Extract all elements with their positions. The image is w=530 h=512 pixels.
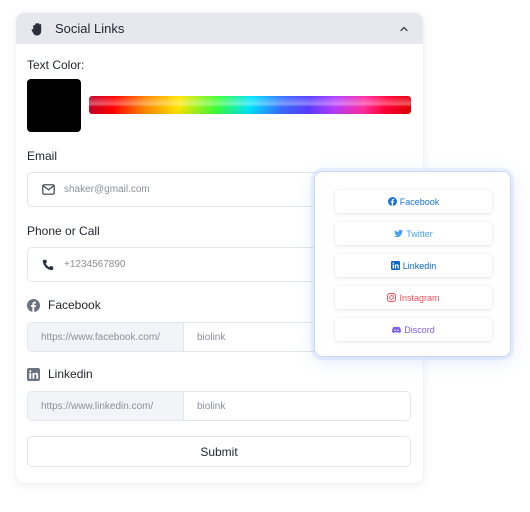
- discord-icon: [392, 325, 402, 334]
- submit-button[interactable]: Submit: [27, 436, 411, 467]
- preview-twitter-label: Twitter: [406, 228, 433, 239]
- panel-title: Social Links: [55, 21, 125, 36]
- preview-instagram-label: Instagram: [399, 292, 440, 303]
- preview-facebook-button[interactable]: Facebook: [335, 190, 492, 213]
- email-placeholder: shaker@gmail.com: [64, 184, 150, 195]
- linkedin-url-prefix: https://www.linkedin.com/: [28, 392, 184, 420]
- facebook-label: Facebook: [48, 298, 101, 312]
- twitter-icon: [394, 229, 404, 238]
- instagram-icon: [387, 293, 397, 302]
- hue-slider[interactable]: [89, 96, 411, 114]
- linkedin-icon: [27, 367, 40, 381]
- linkedin-username-input[interactable]: biolink: [184, 392, 410, 420]
- hand-icon: [29, 21, 45, 37]
- chevron-up-icon[interactable]: [397, 22, 411, 36]
- linkedin-label: Linkedin: [48, 367, 93, 381]
- color-swatch[interactable]: [27, 79, 81, 132]
- facebook-icon: [27, 298, 40, 312]
- preview-linkedin-label: Linkedin: [402, 260, 437, 271]
- phone-icon: [41, 258, 55, 272]
- phone-label: Phone or Call: [27, 224, 100, 238]
- phone-placeholder: +1234567890: [64, 259, 126, 270]
- linkedin-icon: [390, 261, 400, 270]
- preview-linkedin-button[interactable]: Linkedin: [335, 254, 492, 277]
- envelope-icon: [41, 183, 55, 197]
- email-label: Email: [27, 149, 58, 163]
- text-color-label: Text Color:: [27, 58, 85, 72]
- linkedin-label-row: Linkedin: [27, 367, 93, 381]
- preview-facebook-label: Facebook: [399, 196, 440, 207]
- facebook-icon: [387, 197, 397, 206]
- social-buttons-preview: Facebook Twitter Linkedin Instagram Disc…: [314, 171, 511, 357]
- preview-instagram-button[interactable]: Instagram: [335, 286, 492, 309]
- linkedin-url-input[interactable]: https://www.linkedin.com/ biolink: [27, 391, 411, 421]
- preview-discord-button[interactable]: Discord: [335, 318, 492, 341]
- preview-discord-label: Discord: [404, 324, 435, 335]
- facebook-url-prefix: https://www.facebook.com/: [28, 323, 184, 351]
- preview-twitter-button[interactable]: Twitter: [335, 222, 492, 245]
- panel-header[interactable]: Social Links: [16, 13, 423, 44]
- facebook-label-row: Facebook: [27, 298, 101, 312]
